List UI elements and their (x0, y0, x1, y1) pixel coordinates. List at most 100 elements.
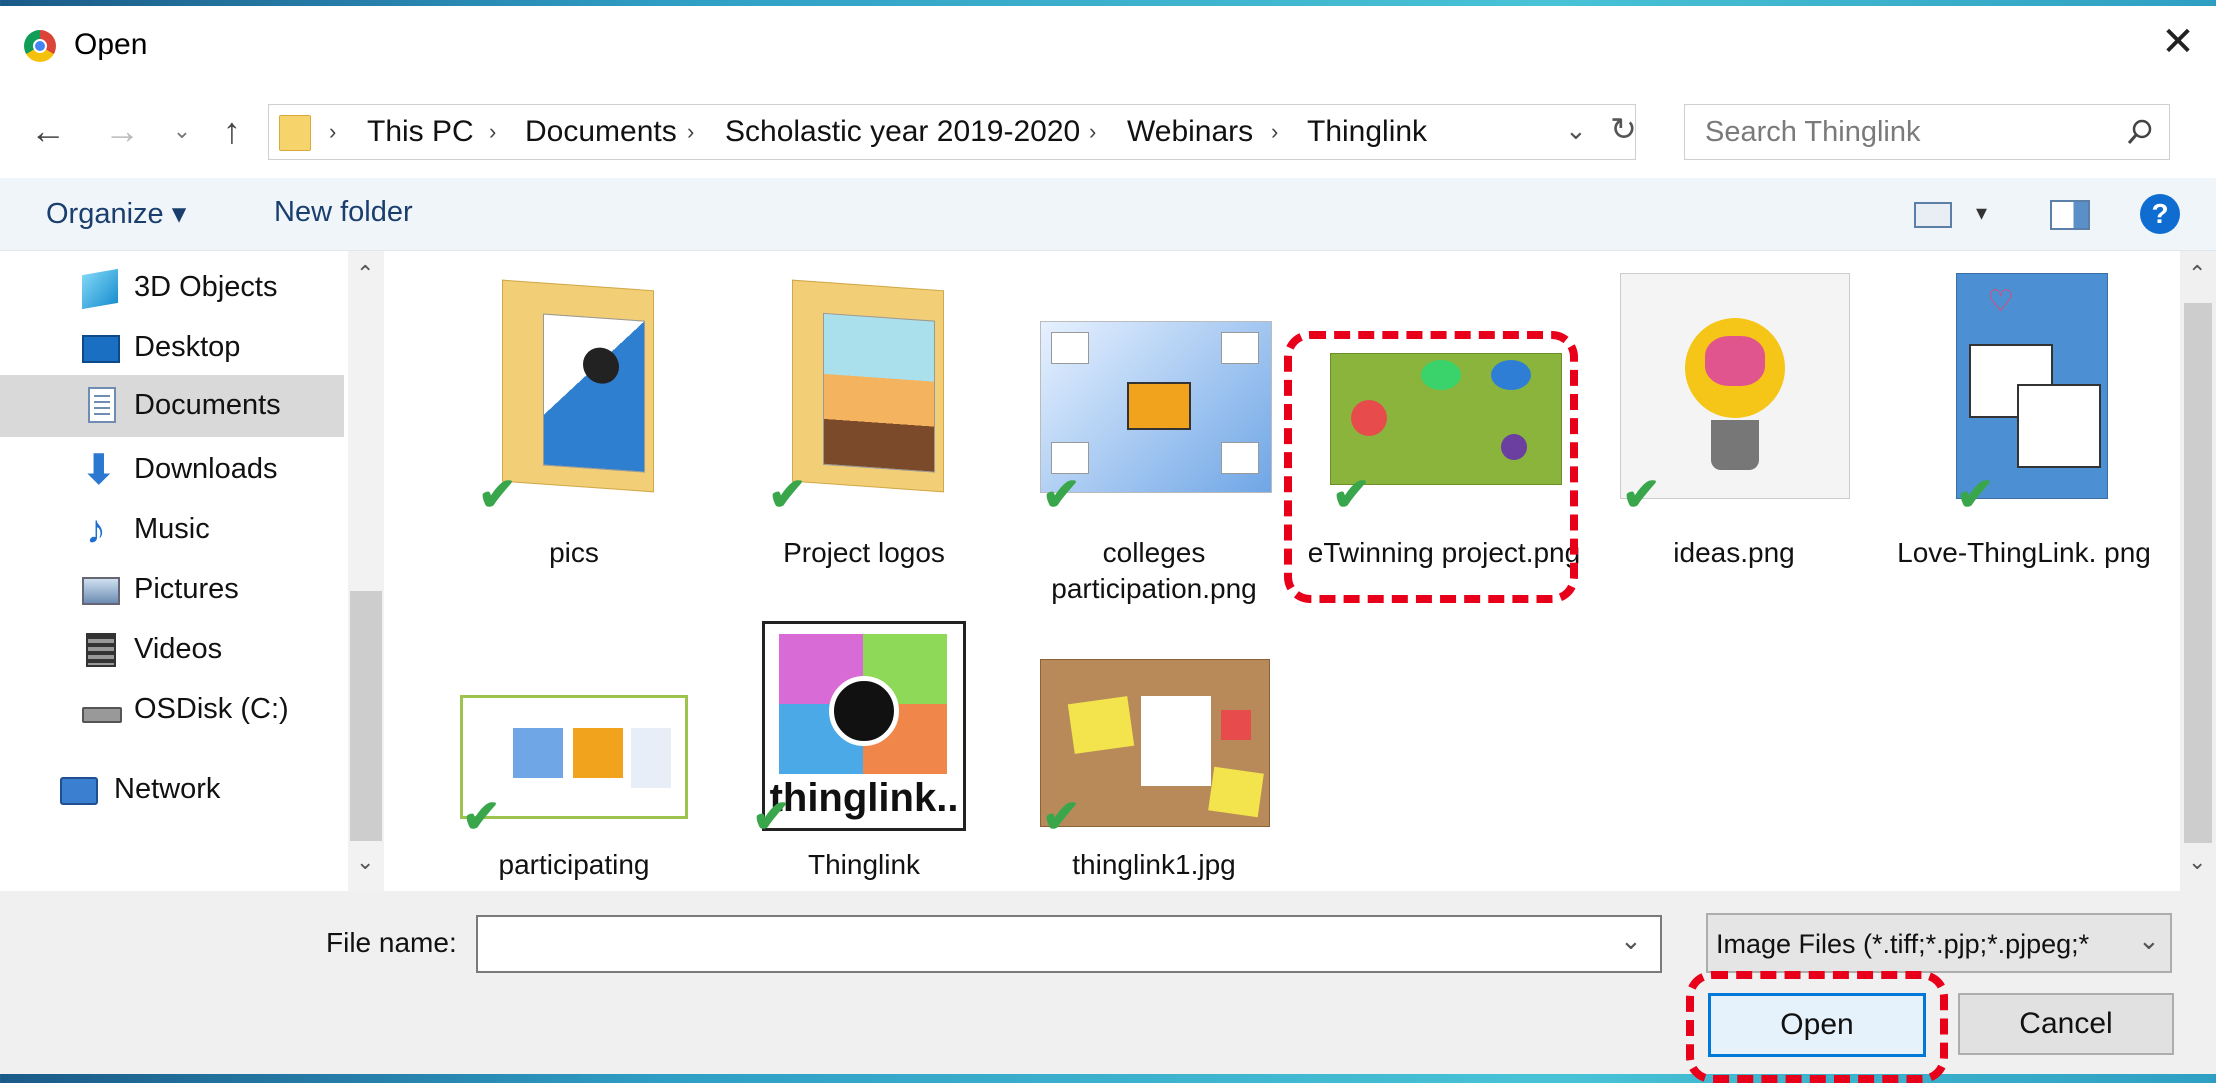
music-icon: ♪ (86, 508, 106, 552)
breadcrumb-this-pc[interactable]: This PC (367, 115, 474, 149)
file-tile-love-thinglink[interactable]: ♡ ✔ Love-ThingLink. png (1884, 271, 2164, 611)
sidebar-item-label: Documents (134, 389, 281, 421)
file-view: ✔ pics ✔ Project logos ✔ colleges partic… (386, 251, 2180, 891)
view-options-icon[interactable] (1914, 202, 1952, 228)
network-icon (60, 777, 98, 805)
dialog-footer: File name: ⌄ Image Files (*.tiff;*.pjp;*… (0, 891, 2216, 1083)
command-bar: Organize ▾ New folder ▾ ? (0, 178, 2216, 251)
breadcrumb-separator: › (489, 119, 497, 144)
breadcrumb-separator: › (687, 119, 695, 144)
file-name: participating (498, 849, 650, 880)
search-box[interactable]: Search Thinglink (1684, 104, 2170, 160)
file-tile-participating[interactable]: ✔ participating (434, 621, 714, 891)
file-type-value: Image Files (*.tiff;*.pjp;*.pjpeg;* (1716, 929, 2090, 959)
navigation-pane: 3D Objects Desktop Documents ⬇ Downloads… (0, 251, 346, 891)
sidebar-item-label: Downloads (134, 453, 278, 485)
sidebar-item-network[interactable]: Network (0, 761, 344, 819)
sidebar-scroll-thumb[interactable] (350, 591, 382, 841)
file-name: ideas.png (1673, 537, 1795, 568)
search-input[interactable]: Search Thinglink (1705, 116, 1920, 149)
3d-objects-icon (82, 268, 118, 310)
sidebar-scrollbar-track[interactable]: ⌃ ⌄ (348, 251, 384, 891)
close-icon[interactable]: ✕ (2156, 20, 2200, 64)
organize-menu[interactable]: Organize ▾ (46, 196, 186, 231)
open-file-dialog: Open ✕ ← → ⌄ ↑ › This PC › Documents › S… (0, 6, 2216, 1083)
file-name-dropdown-icon[interactable]: ⌄ (1620, 925, 1642, 956)
file-tile-pics[interactable]: ✔ pics (434, 271, 714, 611)
forward-arrow-icon[interactable]: → (100, 106, 144, 156)
sidebar-item-videos[interactable]: Videos (0, 621, 344, 679)
image-thumbnail: ♡ (1956, 273, 2108, 499)
content-scrollbar[interactable]: ⌃ ⌄ (2180, 251, 2216, 891)
file-name-input[interactable]: ⌄ (476, 915, 1662, 973)
file-tile-ideas[interactable]: ✔ ideas.png (1594, 271, 1874, 611)
sidebar-item-music[interactable]: ♪ Music (0, 501, 344, 559)
address-dropdown-icon[interactable]: ⌄ (1565, 115, 1587, 146)
checkmark-icon: ✔ (1622, 468, 1661, 520)
file-name: Project logos (783, 537, 945, 568)
image-thumbnail (1620, 273, 1850, 499)
scroll-up-arrow-icon[interactable]: ⌃ (356, 261, 374, 287)
sidebar-item-pictures[interactable]: Pictures (0, 561, 344, 619)
checkmark-icon: ✔ (1042, 468, 1081, 520)
search-icon[interactable] (2125, 117, 2155, 147)
breadcrumb-scholastic-year[interactable]: Scholastic year 2019-2020 (725, 115, 1080, 149)
recent-dropdown-icon[interactable]: ⌄ (160, 106, 204, 156)
file-name: Love-ThingLink. png (1897, 537, 2151, 568)
breadcrumb-webinars[interactable]: Webinars (1127, 115, 1253, 149)
content-scroll-thumb[interactable] (2184, 303, 2212, 843)
file-tile-thinglink[interactable]: thinglink.. ✔ Thinglink (724, 621, 1004, 891)
sidebar-item-3d-objects[interactable]: 3D Objects (0, 259, 344, 317)
file-name-label: File name: (326, 927, 457, 958)
folder-icon (279, 115, 311, 151)
window-title: Open (74, 28, 148, 61)
sidebar-item-osdisk[interactable]: OSDisk (C:) (0, 681, 344, 739)
checkmark-icon: ✔ (1956, 468, 1995, 520)
sidebar-item-label: Videos (134, 633, 223, 665)
file-type-select[interactable]: Image Files (*.tiff;*.pjp;*.pjpeg;* ⌄ (1706, 913, 2172, 973)
file-type-dropdown-icon[interactable]: ⌄ (2138, 925, 2160, 956)
new-folder-button[interactable]: New folder (274, 196, 413, 229)
sidebar-item-desktop[interactable]: Desktop (0, 319, 344, 377)
sidebar-item-label: Network (114, 773, 221, 805)
drive-icon (82, 707, 122, 723)
downloads-icon: ⬇ (82, 448, 116, 492)
checkmark-icon: ✔ (752, 790, 791, 842)
folder-thumbnail (502, 279, 654, 493)
file-name: pics (549, 537, 599, 568)
scroll-down-arrow-icon[interactable]: ⌄ (356, 849, 374, 875)
image-thumbnail: thinglink.. (762, 621, 966, 831)
preview-pane-icon[interactable] (2050, 200, 2090, 230)
file-tile-colleges-participation[interactable]: ✔ colleges participation.png (1014, 271, 1294, 611)
sidebar-item-label: Pictures (134, 573, 239, 605)
sidebar-item-label: Music (134, 513, 210, 545)
file-tile-project-logos[interactable]: ✔ Project logos (724, 271, 1004, 611)
thinglink-logo-text: thinglink.. (769, 776, 959, 820)
view-dropdown-icon[interactable]: ▾ (1976, 200, 1987, 226)
file-tile-thinglink1[interactable]: ✔ thinglink1.jpg (1014, 621, 1294, 891)
up-arrow-icon[interactable]: ↑ (210, 106, 254, 156)
file-name: Thinglink (807, 849, 921, 880)
help-icon[interactable]: ? (2140, 194, 2180, 234)
checkmark-icon: ✔ (768, 468, 807, 520)
scroll-up-arrow-icon[interactable]: ⌃ (2188, 261, 2206, 287)
videos-icon (86, 633, 116, 667)
file-name: thinglink1.jpg (1072, 849, 1236, 880)
checkmark-icon: ✔ (462, 790, 501, 842)
checkmark-icon: ✔ (1042, 790, 1081, 842)
breadcrumb-thinglink[interactable]: Thinglink (1307, 115, 1427, 149)
breadcrumb-documents[interactable]: Documents (525, 115, 677, 149)
sidebar-item-documents[interactable]: Documents (0, 375, 344, 437)
scroll-down-arrow-icon[interactable]: ⌄ (2188, 849, 2206, 875)
documents-icon (88, 387, 116, 423)
address-bar[interactable]: › This PC › Documents › Scholastic year … (268, 104, 1636, 160)
checkmark-icon: ✔ (478, 468, 517, 520)
folder-thumbnail (792, 279, 944, 493)
sidebar-item-downloads[interactable]: ⬇ Downloads (0, 441, 344, 499)
breadcrumb-separator: › (1089, 119, 1097, 144)
refresh-icon[interactable]: ↻ (1610, 110, 1637, 148)
etwinning-highlight-box (1284, 331, 1578, 603)
sidebar-item-label: OSDisk (C:) (134, 693, 289, 725)
cancel-button[interactable]: Cancel (1958, 993, 2174, 1055)
back-arrow-icon[interactable]: ← (26, 106, 70, 156)
